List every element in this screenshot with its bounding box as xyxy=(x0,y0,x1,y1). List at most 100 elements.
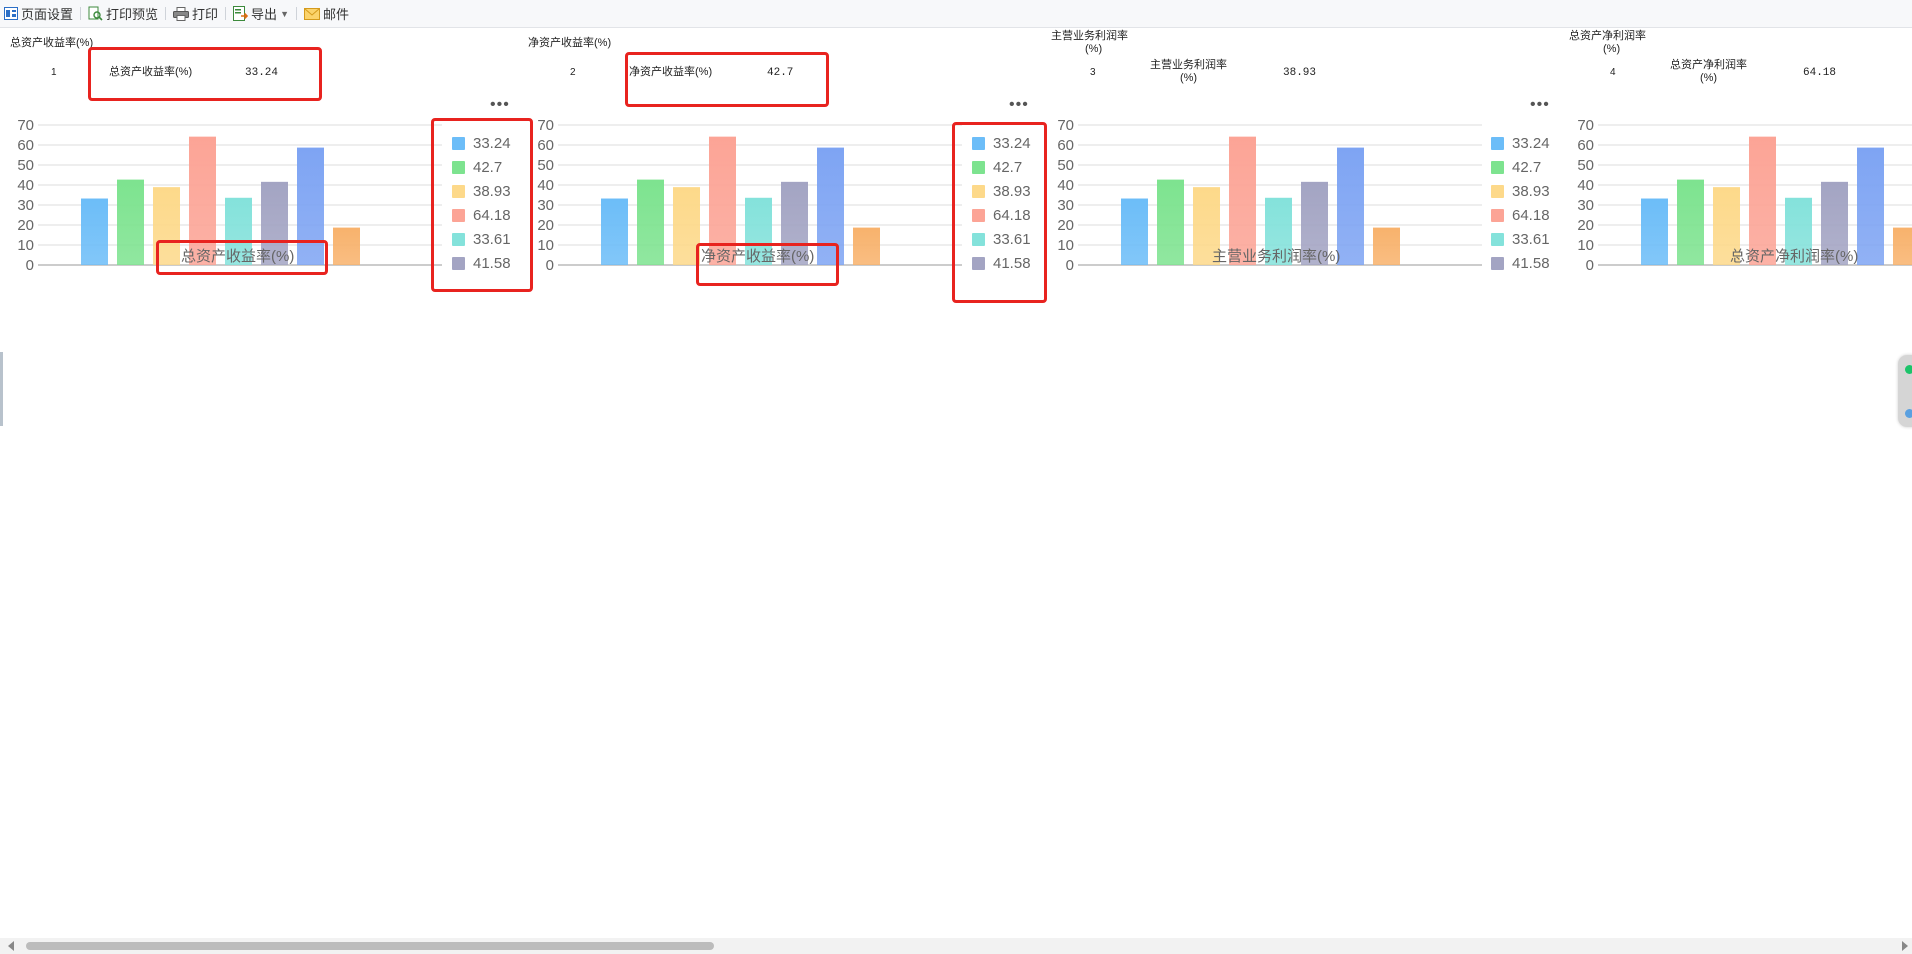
legend-swatch xyxy=(972,136,985,150)
legend-swatch xyxy=(1491,136,1504,150)
panel-title: 总资产净利润率 (%) xyxy=(1569,30,1646,56)
metric-label-unit: (%) xyxy=(1179,72,1198,84)
print-preview-button[interactable]: 打印预览 xyxy=(84,0,162,27)
bar-33.24 xyxy=(1641,198,1668,265)
y-tick-label: 50 xyxy=(17,157,34,174)
y-tick-label: 40 xyxy=(1577,177,1594,194)
y-tick-label: 10 xyxy=(537,237,554,254)
legend-label: 42.7 xyxy=(1512,158,1542,176)
legend-swatch xyxy=(972,184,985,198)
row-number: 2 xyxy=(570,67,576,78)
toolbar-divider xyxy=(225,7,227,20)
bar-33.24 xyxy=(81,198,108,265)
legend-label: 64.18 xyxy=(993,206,1031,224)
panel-title-text: 总资产净利润率 xyxy=(1569,30,1646,42)
metric-label-unit: (%) xyxy=(1699,72,1718,84)
bar-18.7 xyxy=(333,227,360,265)
legend-swatch xyxy=(452,232,465,246)
y-tick-label: 50 xyxy=(537,157,554,174)
metric-label-text: 总资产收益率(%) xyxy=(109,66,193,78)
more-options-icon[interactable]: ••• xyxy=(1009,97,1029,113)
bar-58.7 xyxy=(297,147,324,265)
panel-title-text: 主营业务利润率 xyxy=(1051,30,1128,42)
bar-58.7 xyxy=(1337,147,1364,265)
legend-label: 42.7 xyxy=(473,158,503,176)
mail-button[interactable]: 邮件 xyxy=(300,0,353,27)
row-number: 3 xyxy=(1090,67,1096,78)
legend-label: 38.93 xyxy=(473,182,511,200)
metric-label-text: 总资产净利润率 xyxy=(1670,59,1747,71)
status-dot-icon xyxy=(1905,365,1912,374)
y-tick-label: 20 xyxy=(17,217,34,234)
bar-58.7 xyxy=(1857,147,1884,265)
metric-value: 64.18 xyxy=(1803,67,1837,79)
legend-label: 33.61 xyxy=(993,230,1031,248)
x-axis-title: 主营业务利润率(%) xyxy=(1212,248,1341,265)
legend-swatch xyxy=(1491,184,1504,198)
side-floating-widget[interactable] xyxy=(1898,355,1912,427)
print-preview-label: 打印预览 xyxy=(106,7,159,22)
y-tick-label: 0 xyxy=(26,257,34,274)
y-tick-label: 50 xyxy=(1577,157,1594,174)
legend-swatch xyxy=(452,184,465,198)
page-setup-button[interactable]: 页面设置 xyxy=(0,0,77,27)
legend-swatch xyxy=(972,232,985,246)
print-button[interactable]: 打印 xyxy=(169,0,222,27)
scrollbar-thumb[interactable] xyxy=(26,942,714,950)
panel-title-text: 总资产收益率(%) xyxy=(10,37,94,49)
scroll-right-icon[interactable] xyxy=(1902,941,1908,951)
legend-label: 41.58 xyxy=(993,254,1031,272)
legend-label: 42.7 xyxy=(993,158,1023,176)
mail-label: 邮件 xyxy=(322,7,349,22)
metric-value: 38.93 xyxy=(1283,67,1317,79)
export-dropdown-button[interactable]: 导出 ▼ xyxy=(229,0,293,27)
metric-label: 总资产收益率(%) xyxy=(109,66,192,79)
page-setup-icon xyxy=(4,7,18,20)
metric-label: 主营业务利润率 (%) xyxy=(1150,59,1227,85)
toolbar-divider xyxy=(165,7,167,20)
panel-title: 总资产收益率(%) xyxy=(10,37,93,50)
bar-33.24 xyxy=(601,198,628,265)
legend-label: 33.24 xyxy=(1512,134,1550,152)
bar-42.7 xyxy=(117,179,144,265)
y-tick-label: 70 xyxy=(1057,117,1074,134)
legend-swatch xyxy=(1491,232,1504,246)
metric-value: 42.7 xyxy=(767,67,794,79)
row-number: 1 xyxy=(51,67,57,78)
y-tick-label: 10 xyxy=(17,237,34,254)
y-tick-label: 10 xyxy=(1057,237,1074,254)
x-axis-title: 净资产收益率(%) xyxy=(701,248,815,265)
bar-33.24 xyxy=(1121,198,1148,265)
panel-title-text: 净资产收益率(%) xyxy=(528,37,612,49)
legend-label: 38.93 xyxy=(993,182,1031,200)
y-tick-label: 0 xyxy=(546,257,554,274)
bar-38.93 xyxy=(673,187,700,265)
bar-42.7 xyxy=(637,179,664,265)
y-tick-label: 0 xyxy=(1586,257,1594,274)
y-tick-label: 0 xyxy=(1066,257,1074,274)
y-tick-label: 60 xyxy=(537,137,554,154)
scroll-left-icon[interactable] xyxy=(8,941,14,951)
print-label: 打印 xyxy=(192,7,219,22)
report-panel-3: 主营业务利润率 (%) 3 主营业务利润率 (%) 38.93 0 10 20 30 40 5… xyxy=(1040,27,1560,297)
y-tick-label: 10 xyxy=(1577,237,1594,254)
y-tick-label: 30 xyxy=(1057,197,1074,214)
report-panel-1: 总资产收益率(%) 1 总资产收益率(%) 33.24 0 10 20 30 40 50 6… xyxy=(0,27,520,297)
toolbar-divider xyxy=(295,7,297,20)
toolbar-divider xyxy=(80,7,82,20)
legend-label: 33.24 xyxy=(993,134,1031,152)
metric-label-text: 净资产收益率(%) xyxy=(629,66,713,78)
bar-18.7 xyxy=(853,227,880,265)
bar-58.7 xyxy=(817,147,844,265)
legend-label: 33.61 xyxy=(1512,230,1550,248)
y-tick-label: 60 xyxy=(1577,137,1594,154)
more-options-icon[interactable]: ••• xyxy=(490,97,510,113)
horizontal-scrollbar[interactable] xyxy=(0,938,1912,954)
metric-label: 净资产收益率(%) xyxy=(629,66,712,79)
bar-42.7 xyxy=(1157,179,1184,265)
more-options-icon[interactable]: ••• xyxy=(1530,97,1550,113)
printer-icon xyxy=(173,6,190,21)
report-panel-4: 总资产净利润率 (%) 4 总资产净利润率 (%) 64.18 0 10 20 30 40 5… xyxy=(1560,27,1912,297)
chevron-down-icon: ▼ xyxy=(280,8,289,19)
y-tick-label: 30 xyxy=(17,197,34,214)
